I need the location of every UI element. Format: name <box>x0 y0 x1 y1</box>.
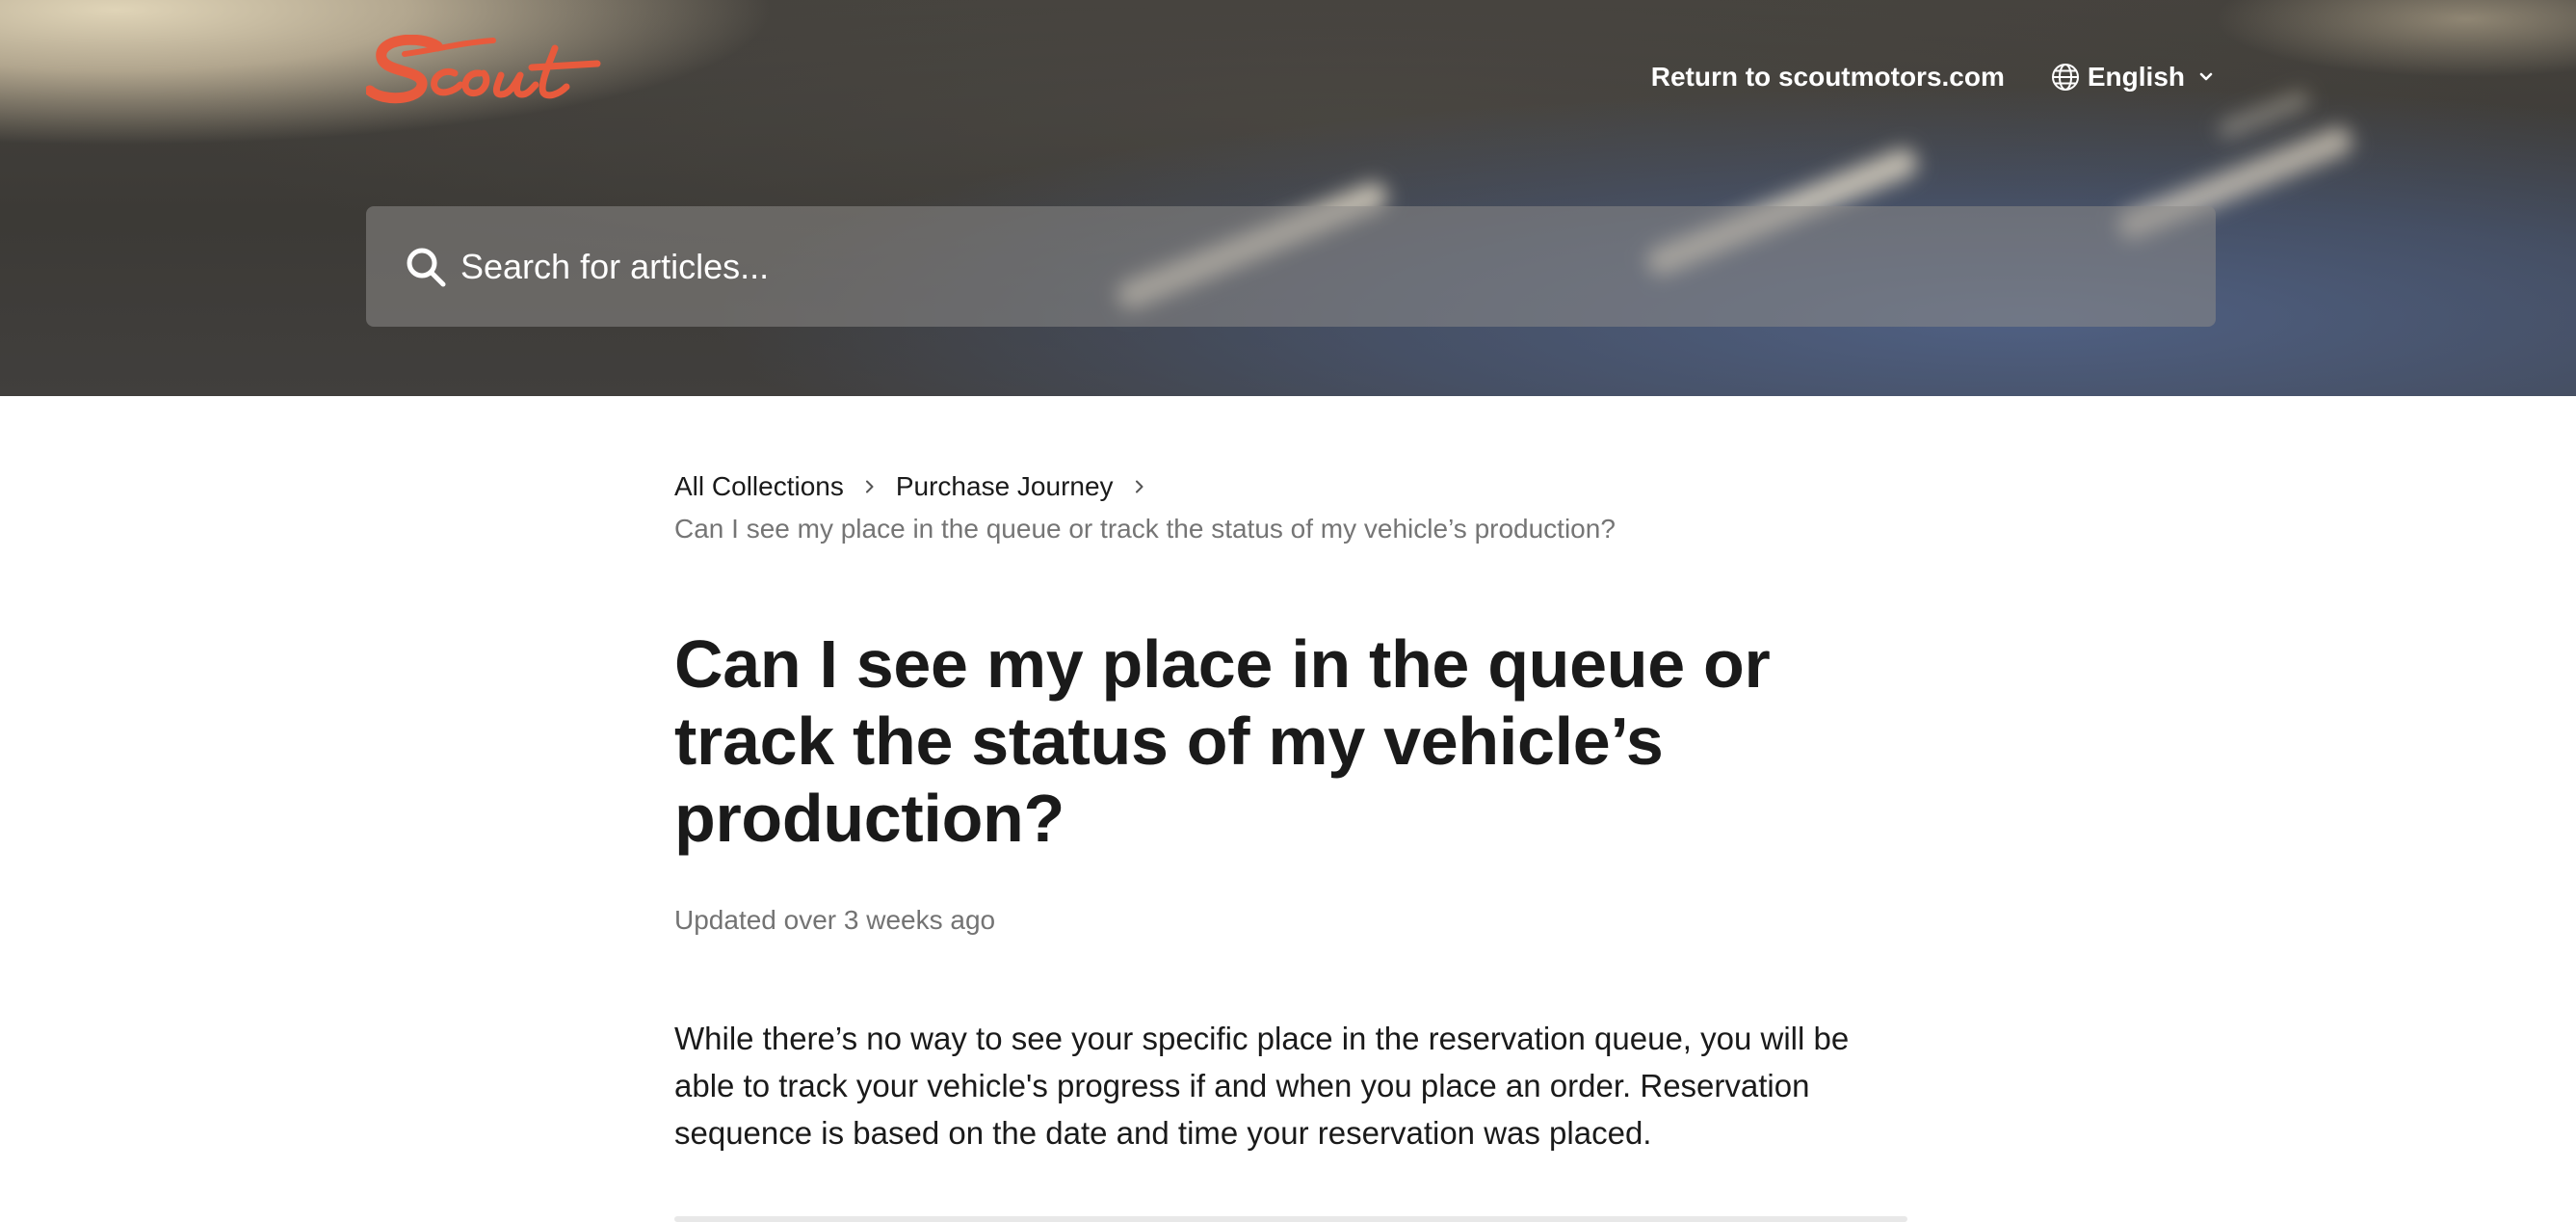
article-updated-timestamp: Updated over 3 weeks ago <box>674 905 996 935</box>
search-icon <box>407 248 446 286</box>
search-input[interactable] <box>460 237 2216 296</box>
header-inner: Return to scoutmotors.com English <box>364 0 2216 396</box>
chevron-down-icon <box>2199 72 2213 81</box>
breadcrumb: All Collections Purchase Journey <box>674 467 1907 506</box>
header-nav: Return to scoutmotors.com English <box>1651 56 2216 98</box>
article-content: All Collections Purchase Journey Can I s… <box>674 396 1907 1222</box>
breadcrumb-all-collections[interactable]: All Collections <box>674 467 844 506</box>
chevron-right-icon <box>865 480 874 493</box>
language-label: English <box>2087 62 2185 92</box>
breadcrumb-current-page: Can I see my place in the queue or track… <box>674 514 1616 544</box>
scout-logo-wordmark <box>364 34 601 104</box>
return-to-site-link[interactable]: Return to scoutmotors.com <box>1651 62 2005 93</box>
chevron-right-icon <box>1135 480 1143 493</box>
breadcrumb-purchase-journey[interactable]: Purchase Journey <box>896 467 1114 506</box>
scout-logo[interactable] <box>364 34 603 112</box>
search-bar[interactable] <box>366 206 2216 327</box>
article-body-paragraph: While there’s no way to see your specifi… <box>674 1021 1850 1151</box>
article-divider <box>674 1216 1907 1222</box>
article-title: Can I see my place in the queue or track… <box>674 626 1771 856</box>
globe-icon <box>2051 64 2079 91</box>
header-banner: Return to scoutmotors.com English <box>0 0 2576 396</box>
language-selector[interactable]: English <box>2051 62 2216 93</box>
